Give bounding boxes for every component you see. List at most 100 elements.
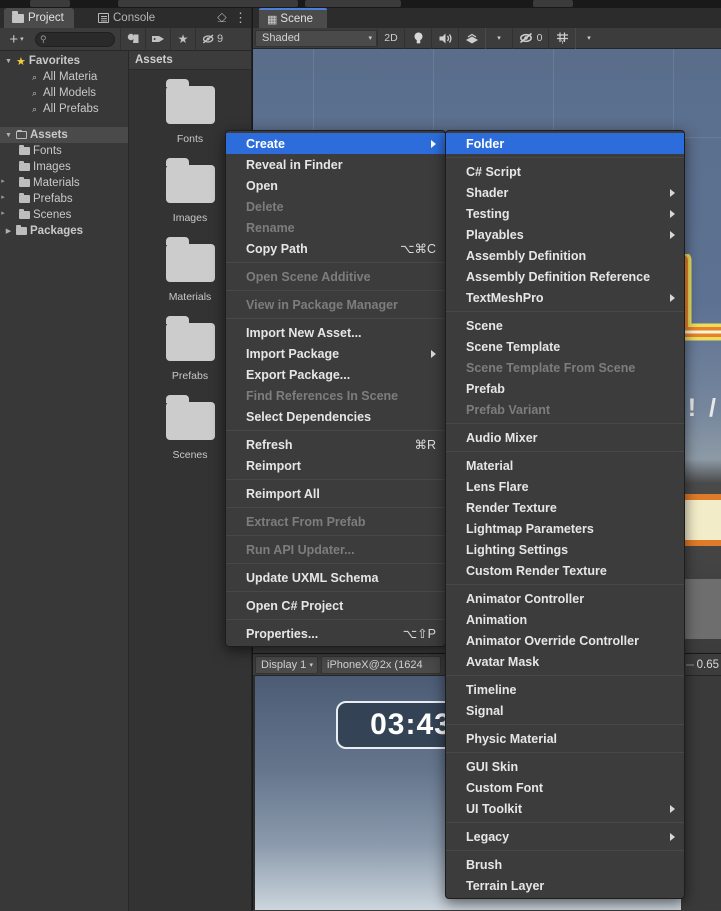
menu-item-testing[interactable]: Testing: [446, 203, 684, 224]
scene-visibility-toggle[interactable]: 0: [512, 27, 548, 49]
menu-item-custom-render-texture[interactable]: Custom Render Texture: [446, 560, 684, 581]
neighbour-arrow-3[interactable]: ▸: [0, 205, 6, 221]
menu-item-ui-toolkit[interactable]: UI Toolkit: [446, 798, 684, 819]
menu-item-physic-material[interactable]: Physic Material: [446, 728, 684, 749]
chevron-right-icon[interactable]: ▶: [4, 227, 13, 235]
menu-item-lightmap-parameters[interactable]: Lightmap Parameters: [446, 518, 684, 539]
menu-item-folder[interactable]: Folder: [446, 133, 684, 154]
toolbar-chunk-1[interactable]: [30, 0, 70, 7]
tree-item-all-models[interactable]: ⌕ All Models: [0, 85, 128, 101]
tab-project[interactable]: Project: [4, 8, 74, 28]
menu-item-signal[interactable]: Signal: [446, 700, 684, 721]
menu-item-material[interactable]: Material: [446, 455, 684, 476]
menu-item-legacy[interactable]: Legacy: [446, 826, 684, 847]
tree-item-fonts[interactable]: Fonts: [0, 143, 128, 159]
toggle-2d-button[interactable]: 2D: [377, 27, 404, 49]
menu-item-open[interactable]: Open: [226, 175, 445, 196]
menu-item-custom-font[interactable]: Custom Font: [446, 777, 684, 798]
toolbar-chunk-3[interactable]: [305, 0, 401, 7]
menu-item-terrain-layer[interactable]: Terrain Layer: [446, 875, 684, 896]
menu-item-textmeshpro[interactable]: TextMeshPro: [446, 287, 684, 308]
menu-item-animator-override-controller[interactable]: Animator Override Controller: [446, 630, 684, 651]
menu-item-scene-template[interactable]: Scene Template: [446, 336, 684, 357]
menu-item-gui-skin[interactable]: GUI Skin: [446, 756, 684, 777]
create-submenu[interactable]: Folder C# Script Shader Testing Playables Ass…: [445, 130, 685, 899]
tree-item-all-materia[interactable]: ⌕ All Materia: [0, 69, 128, 85]
folder-icon: [19, 144, 30, 155]
menu-item-prefab[interactable]: Prefab: [446, 378, 684, 399]
menu-item-scene[interactable]: Scene: [446, 315, 684, 336]
neighbour-arrow-2[interactable]: ▸: [0, 189, 6, 205]
save-filter-icon[interactable]: [120, 28, 145, 50]
menu-item-lighting-settings[interactable]: Lighting Settings: [446, 539, 684, 560]
scale-slider-track[interactable]: [685, 664, 694, 666]
menu-item-properties[interactable]: Properties... ⌥⇧P: [226, 623, 445, 644]
menu-item-export-package[interactable]: Export Package...: [226, 364, 445, 385]
menu-item-create[interactable]: Create: [226, 133, 445, 154]
chevron-down-icon[interactable]: ▼: [4, 132, 13, 139]
tab-scene[interactable]: ▦ Scene: [259, 8, 328, 28]
menu-item-update-uxml-schema[interactable]: Update UXML Schema: [226, 567, 445, 588]
tree-item-favorites[interactable]: ▼ ★ Favorites: [0, 53, 128, 69]
neighbour-arrow-1[interactable]: ▸: [0, 173, 6, 189]
create-asset-button[interactable]: + ▾: [0, 30, 30, 49]
display-dropdown[interactable]: Display 1 ▾: [255, 655, 318, 674]
scale-slider[interactable]: 0.65: [685, 656, 719, 674]
tree-item-scenes[interactable]: Scenes: [0, 207, 128, 223]
menu-item-avatar-mask[interactable]: Avatar Mask: [446, 651, 684, 672]
project-context-menu[interactable]: Create Reveal in Finder Open Delete Rename Co…: [225, 130, 446, 647]
more-options-icon[interactable]: ⋮: [234, 10, 247, 26]
menu-item-render-texture[interactable]: Render Texture: [446, 497, 684, 518]
menu-item-refresh[interactable]: Refresh ⌘R: [226, 434, 445, 455]
menu-item-assembly-definition-reference[interactable]: Assembly Definition Reference: [446, 266, 684, 287]
menu-item-brush[interactable]: Brush: [446, 854, 684, 875]
tab-console[interactable]: Console: [90, 8, 165, 28]
scene-lighting-toggle[interactable]: [404, 27, 431, 49]
menu-item-animation[interactable]: Animation: [446, 609, 684, 630]
menu-item-lens-flare[interactable]: Lens Flare: [446, 476, 684, 497]
scene-fx-toggle[interactable]: [458, 27, 485, 49]
toolbar-chunk-2[interactable]: [118, 0, 298, 7]
menu-item-shader[interactable]: Shader: [446, 182, 684, 203]
menu-item-import-package[interactable]: Import Package: [226, 343, 445, 364]
lock-icon[interactable]: ⎐: [217, 10, 227, 26]
tree-item-assets[interactable]: ▼ Assets: [0, 127, 128, 143]
menu-item-open-c-project[interactable]: Open C# Project: [226, 595, 445, 616]
menu-item-label: Run API Updater...: [246, 542, 355, 557]
scene-audio-toggle[interactable]: [431, 27, 458, 49]
resolution-dropdown[interactable]: iPhoneX@2x (1624: [321, 655, 441, 674]
project-tree[interactable]: ▼ ★ Favorites ⌕ All Materia ⌕ All Models ⌕ All P…: [0, 51, 129, 911]
menu-item-label: Select Dependencies: [246, 409, 372, 424]
label-filter-icon[interactable]: [145, 28, 170, 50]
scene-grid-toggle[interactable]: Y: [548, 27, 575, 49]
menu-item-assembly-definition[interactable]: Assembly Definition: [446, 245, 684, 266]
menu-item-reimport-all[interactable]: Reimport All: [226, 483, 445, 504]
tree-item-label: Images: [33, 161, 71, 173]
menu-item-playables[interactable]: Playables: [446, 224, 684, 245]
scene-fx-dropdown[interactable]: ▾: [485, 27, 512, 49]
tree-item-prefabs[interactable]: Prefabs: [0, 191, 128, 207]
tree-item-images[interactable]: Images: [0, 159, 128, 175]
menu-item-select-dependencies[interactable]: Select Dependencies: [226, 406, 445, 427]
toolbar-chunk-4[interactable]: [533, 0, 573, 7]
menu-item-animator-controller[interactable]: Animator Controller: [446, 588, 684, 609]
draw-mode-dropdown[interactable]: Shaded ▾: [255, 29, 377, 47]
favorite-filter-icon[interactable]: ★: [170, 28, 195, 50]
tree-item-all-prefabs[interactable]: ⌕ All Prefabs: [0, 101, 128, 117]
menu-item-c-script[interactable]: C# Script: [446, 161, 684, 182]
menu-item-import-new-asset[interactable]: Import New Asset...: [226, 322, 445, 343]
menu-item-reimport[interactable]: Reimport: [226, 455, 445, 476]
tree-item-packages[interactable]: ▶ Packages: [0, 223, 128, 239]
search-input[interactable]: [49, 33, 110, 45]
hidden-packages-icon[interactable]: 9: [195, 28, 229, 50]
menu-item-copy-path[interactable]: Copy Path ⌥⌘C: [226, 238, 445, 259]
menu-item-reveal-in-finder[interactable]: Reveal in Finder: [226, 154, 445, 175]
menu-item-timeline[interactable]: Timeline: [446, 679, 684, 700]
tree-item-materials[interactable]: Materials: [0, 175, 128, 191]
search-input-wrapper[interactable]: ⚲: [35, 31, 115, 47]
menu-item-audio-mixer[interactable]: Audio Mixer: [446, 427, 684, 448]
menu-item-label: Terrain Layer: [466, 878, 545, 893]
scene-grid-dropdown[interactable]: ▾: [575, 27, 602, 49]
menu-item-label: Playables: [466, 227, 524, 242]
chevron-down-icon[interactable]: ▼: [4, 58, 13, 65]
